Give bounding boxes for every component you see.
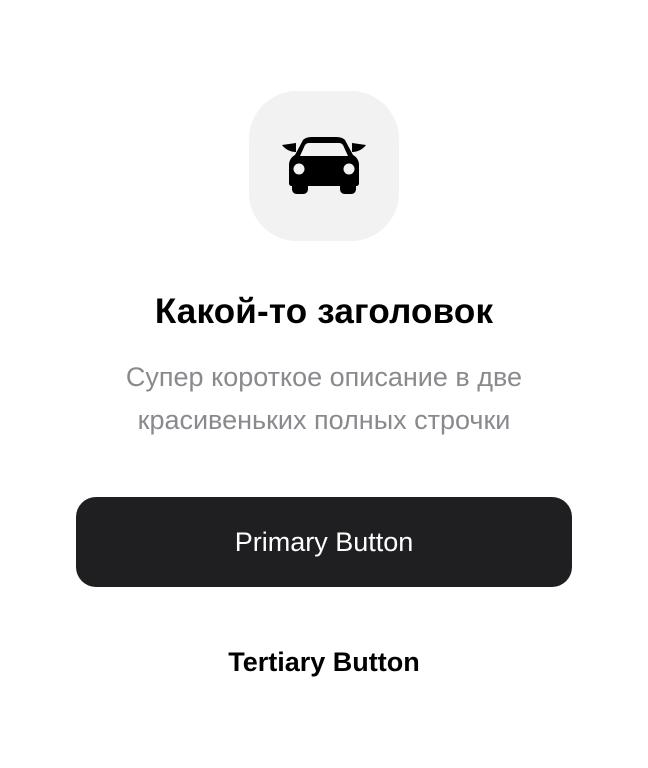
car-icon [282,137,366,194]
tertiary-button[interactable]: Tertiary Button [174,632,474,692]
page-title: Какой-то заголовок [154,292,494,331]
page-description: Супер короткое описание в две красивеньк… [125,362,523,435]
hero-icon-tile [249,91,399,241]
primary-button[interactable]: Primary Button [76,497,572,587]
